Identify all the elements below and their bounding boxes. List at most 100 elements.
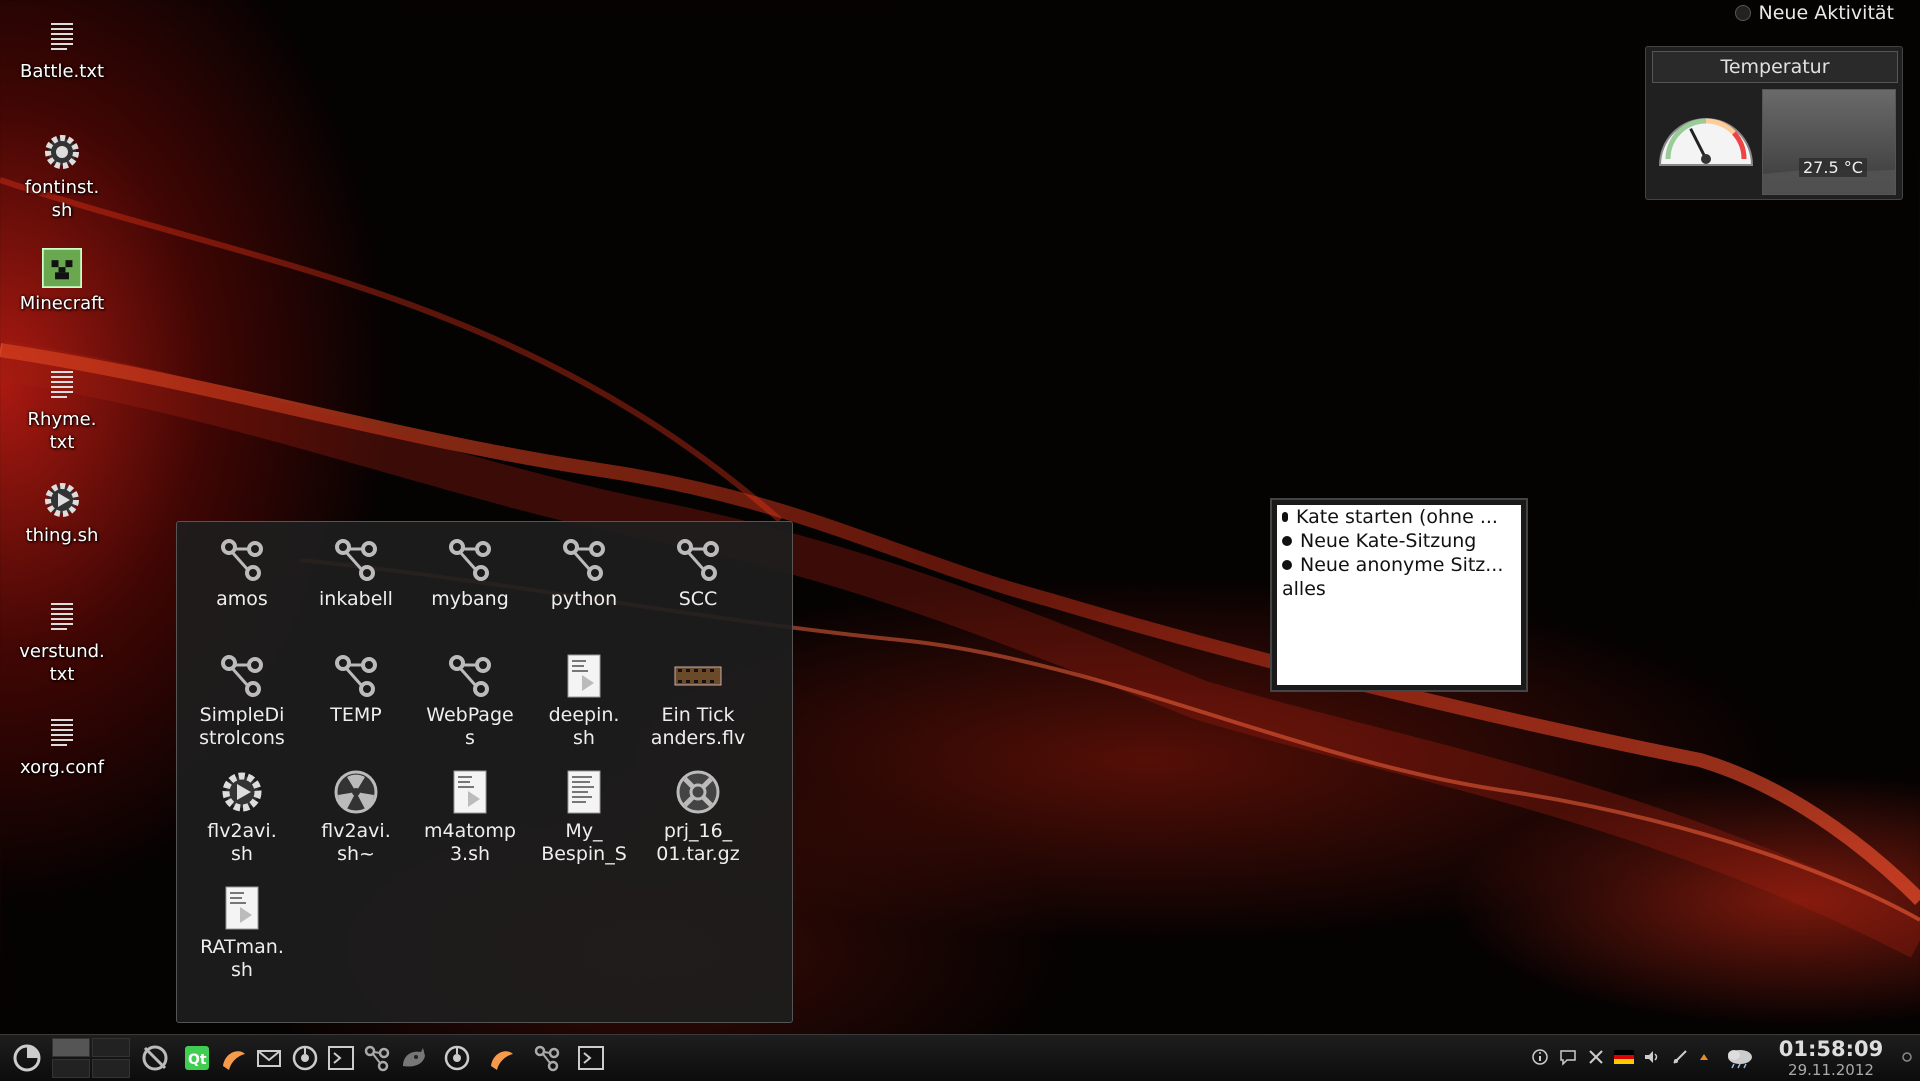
mail-icon[interactable] [254, 1043, 284, 1073]
gear-script-icon [42, 480, 82, 520]
shell-icon[interactable] [486, 1043, 516, 1073]
folder-item-label: python [550, 588, 618, 610]
popup-item-all[interactable]: alles [1277, 577, 1521, 601]
network-icon[interactable] [362, 1043, 392, 1073]
folder-item-inkabell[interactable]: inkabell [301, 536, 411, 611]
folder-network-icon [218, 652, 266, 700]
temperature-title: Temperatur [1652, 51, 1898, 83]
popup-item-label: alles [1282, 578, 1326, 600]
desktop-icon-xorg[interactable]: xorg.conf [8, 712, 116, 779]
bullet-icon [1282, 560, 1292, 570]
desktop-icon-thing[interactable]: thing.sh [8, 480, 116, 547]
weather-icon[interactable] [1724, 1047, 1758, 1069]
text-file-icon [42, 712, 82, 752]
desktop-icon-battle[interactable]: Battle.txt [8, 16, 116, 83]
folder-network-icon [446, 536, 494, 584]
arrow-up-icon[interactable] [1694, 1047, 1714, 1067]
pager-desktop-2[interactable] [92, 1038, 130, 1057]
temperature-graph: 27.5 °C [1762, 89, 1896, 195]
folder-network-icon [560, 536, 608, 584]
folder-item-label: deepin. sh [548, 704, 620, 749]
folder-network-icon [332, 536, 380, 584]
folder-item-m4atomp3[interactable]: m4atomp 3.sh [415, 768, 525, 866]
folder-item-mybang[interactable]: mybang [415, 536, 525, 611]
folder-item-flv2avi-backup[interactable]: flv2avi. sh~ [301, 768, 411, 866]
desktop-icon-rhyme[interactable]: Rhyme. txt [8, 364, 116, 454]
gimp-icon[interactable] [398, 1043, 428, 1073]
info-icon[interactable] [1530, 1047, 1550, 1067]
folder-item-label: amos [216, 588, 268, 610]
notes-icon[interactable] [1558, 1047, 1578, 1067]
kate-start-without-session[interactable]: Kate starten (ohne ... [1277, 505, 1521, 529]
folder-item-amos[interactable]: amos [187, 536, 297, 611]
folder-item-prj-tar[interactable]: prj_16_ 01.tar.gz [643, 768, 753, 866]
desktop-icon-label: fontinst. sh [24, 177, 100, 221]
terminal-icon[interactable] [576, 1043, 606, 1073]
folder-item-my-bespin[interactable]: My_ Bespin_S [529, 768, 639, 866]
browser-icon[interactable] [290, 1043, 320, 1073]
folder-item-ein-tick-anders[interactable]: Ein Tick anders.flv [643, 652, 753, 750]
taskbar: Qt 01:58:09 29.11.2012 [0, 1034, 1920, 1081]
folder-item-webpages[interactable]: WebPage s [415, 652, 525, 750]
panel-toolbox-icon[interactable] [1900, 1047, 1914, 1067]
folder-item-label: flv2avi. sh~ [321, 820, 391, 865]
disk-icon[interactable] [140, 1043, 170, 1073]
pager-desktop-4[interactable] [92, 1059, 130, 1078]
gear-script-icon [218, 768, 266, 816]
folder-network-icon [446, 652, 494, 700]
text-file-icon [42, 596, 82, 636]
flag-de-icon[interactable] [1614, 1047, 1634, 1067]
folder-network-icon [332, 652, 380, 700]
desktop-icon-minecraft[interactable]: Minecraft [8, 248, 116, 315]
temperature-widget[interactable]: Temperatur 27.5 °C [1645, 46, 1903, 200]
folder-item-label: RATman. sh [200, 936, 284, 981]
qt-designer-icon[interactable]: Qt [182, 1043, 212, 1073]
script-document-icon [218, 884, 266, 932]
folder-item-label: SCC [678, 588, 718, 610]
network-icon[interactable] [532, 1043, 562, 1073]
popup-item-label: Kate starten (ohne ... [1296, 506, 1498, 528]
video-file-icon [674, 652, 722, 700]
shell-icon[interactable] [218, 1043, 248, 1073]
popup-item-label: Neue Kate-Sitzung [1300, 530, 1477, 552]
folder-item-label: TEMP [330, 704, 382, 726]
kate-new-anonymous-session[interactable]: Neue anonyme Sitz... [1277, 553, 1521, 577]
folder-item-python[interactable]: python [529, 536, 639, 611]
text-file-icon [42, 16, 82, 56]
folder-item-ratman[interactable]: RATman. sh [187, 884, 297, 982]
kde-menu-icon[interactable] [12, 1043, 42, 1073]
folder-item-scc[interactable]: SCC [643, 536, 753, 611]
folder-item-label: Ein Tick anders.flv [650, 704, 746, 749]
folder-item-label: flv2avi. sh [207, 820, 277, 865]
folder-network-icon [218, 536, 266, 584]
folder-item-temp[interactable]: TEMP [301, 652, 411, 727]
folder-item-flv2avi[interactable]: flv2avi. sh [187, 768, 297, 866]
folder-item-simpledistroicons[interactable]: SimpleDi strolcons [187, 652, 297, 750]
desktop-icon-fontinst[interactable]: fontinst. sh [8, 132, 116, 222]
folder-item-label: SimpleDi strolcons [199, 704, 285, 749]
kate-new-session[interactable]: Neue Kate-Sitzung [1277, 529, 1521, 553]
desktop-icon-label: Rhyme. txt [27, 409, 97, 453]
folder-item-label: inkabell [319, 588, 393, 610]
svg-text:Qt: Qt [188, 1052, 207, 1068]
volume-icon[interactable] [1642, 1047, 1662, 1067]
kate-session-popup[interactable]: Kate starten (ohne ... Neue Kate-Sitzung… [1270, 498, 1528, 692]
folder-item-deepin[interactable]: deepin. sh [529, 652, 639, 750]
clock[interactable]: 01:58:09 29.11.2012 [1768, 1037, 1894, 1079]
temperature-gauge [1658, 118, 1754, 166]
desktop-pager[interactable] [52, 1038, 130, 1078]
network-cable-icon[interactable] [1670, 1047, 1690, 1067]
browser-icon[interactable] [442, 1043, 472, 1073]
new-activity-button[interactable]: Neue Aktivität [1734, 0, 1894, 26]
tools-icon[interactable] [1586, 1047, 1606, 1067]
script-document-icon [560, 652, 608, 700]
pager-desktop-3[interactable] [52, 1059, 90, 1078]
folder-item-label: mybang [431, 588, 509, 610]
kate-session-list[interactable]: Kate starten (ohne ... Neue Kate-Sitzung… [1277, 505, 1521, 685]
terminal-icon[interactable] [326, 1043, 356, 1073]
folder-view[interactable]: amos inkabell mybang python SCC SimpleDi… [176, 521, 793, 1023]
desktop-icon-verstund[interactable]: verstund. txt [8, 596, 116, 686]
pager-desktop-1[interactable] [52, 1038, 90, 1057]
bullet-icon [1282, 512, 1288, 522]
gear-script-icon [42, 132, 82, 172]
